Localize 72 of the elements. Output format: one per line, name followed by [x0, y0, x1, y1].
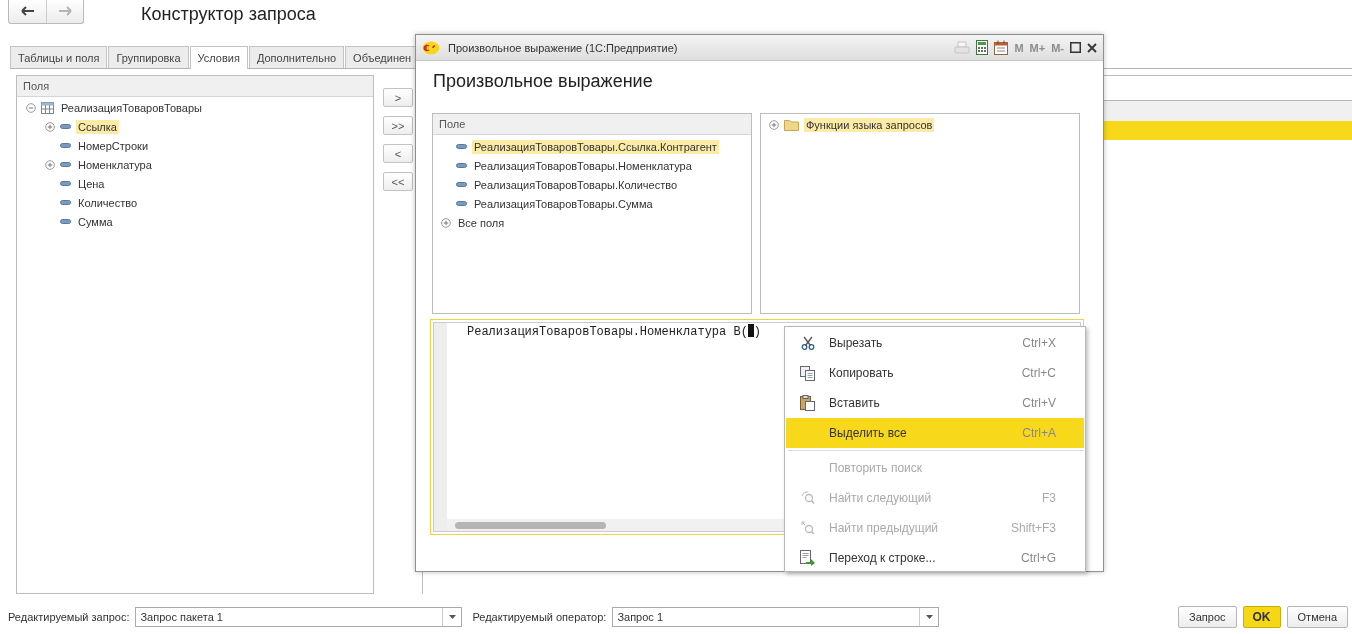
tree-item[interactable]: Функции языка запросов	[804, 117, 935, 132]
field-icon	[60, 162, 71, 167]
tab[interactable]: Таблицы и поля	[10, 46, 108, 68]
close-icon[interactable]	[1087, 42, 1097, 53]
menu-item[interactable]: Выделить все Ctrl+A	[786, 418, 1084, 448]
move-button[interactable]: >	[383, 88, 413, 107]
field-label: Редактируемый оператор:	[472, 611, 607, 623]
tree-item[interactable]: Сумма	[76, 214, 115, 229]
field-icon	[456, 182, 467, 187]
form-title: Конструктор запроса	[141, 3, 316, 25]
tab[interactable]: Дополнительно	[248, 46, 345, 68]
go-to-line-icon	[800, 550, 815, 566]
left-arrow-icon	[20, 5, 35, 16]
tree-item[interactable]: РеализацияТоваровТовары	[59, 100, 204, 115]
maximize-icon[interactable]	[1070, 42, 1081, 53]
field-icon	[60, 219, 71, 224]
move-button[interactable]: <	[383, 144, 413, 163]
field-icon	[60, 143, 71, 148]
ok-button[interactable]: OK	[1242, 606, 1281, 628]
dialog-heading: Произвольное выражение	[432, 70, 654, 93]
collapse-icon[interactable]	[26, 102, 36, 113]
paste-icon	[800, 395, 815, 411]
tab[interactable]: Группировка	[108, 46, 189, 68]
column-header: Поле	[433, 114, 751, 135]
field-icon	[60, 200, 71, 205]
field-icon	[456, 201, 467, 206]
copy-icon	[799, 365, 816, 381]
column-header: Поля	[17, 76, 373, 97]
move-button[interactable]: >>	[383, 116, 413, 135]
expand-icon[interactable]	[45, 159, 55, 170]
tree-item[interactable]: Номенклатура	[76, 157, 154, 172]
app-logo-icon	[422, 40, 440, 55]
folder-icon	[784, 118, 799, 131]
expand-icon[interactable]	[441, 217, 451, 228]
caret-icon	[448, 615, 456, 619]
menu-item[interactable]: Копировать Ctrl+C	[786, 358, 1084, 388]
code-line: РеализацияТоваровТовары.Номенклатура В( )	[467, 325, 762, 339]
right-arrow-icon	[58, 5, 72, 16]
scissors-icon	[800, 336, 815, 350]
field-icon	[60, 124, 71, 129]
field-icon	[456, 163, 467, 168]
tree-item[interactable]: Количество	[76, 195, 140, 210]
operator-dropdown[interactable]: Запрос 1	[612, 607, 940, 627]
tree-item[interactable]: Ссылка	[76, 119, 119, 134]
expand-icon[interactable]	[45, 121, 55, 132]
menu-item[interactable]: Вставить Ctrl+V	[786, 388, 1084, 418]
tree-item[interactable]: НомерСтроки	[76, 138, 151, 153]
tree-item[interactable]: РеализацияТоваровТовары.Количество	[472, 177, 680, 192]
tab[interactable]: Условия	[189, 46, 248, 69]
print-icon[interactable]	[954, 40, 971, 55]
move-button[interactable]: <<	[383, 172, 413, 191]
footer-button[interactable]: Запрос	[1178, 606, 1237, 628]
table-icon	[41, 101, 54, 114]
field-icon	[60, 181, 71, 186]
tree-item[interactable]: Цена	[76, 176, 107, 191]
query-dropdown[interactable]: Запрос пакета 1	[135, 607, 463, 627]
field-label: Редактируемый запрос:	[8, 611, 130, 623]
calendar-icon[interactable]	[994, 40, 1009, 55]
caret-icon	[925, 615, 933, 619]
tree-item[interactable]: Все поля	[456, 215, 507, 230]
field-icon	[456, 144, 467, 149]
calculator-icon[interactable]	[976, 40, 989, 55]
menu-item[interactable]: Переход к строке... Ctrl+G	[786, 543, 1084, 573]
expand-icon[interactable]	[769, 119, 779, 130]
footer-button[interactable]: Отмена	[1286, 606, 1348, 628]
tree-item[interactable]: РеализацияТоваровТовары.Сумма	[472, 196, 655, 211]
tree-item[interactable]: РеализацияТоваровТовары.Номенклатура	[472, 158, 694, 173]
search-previous-icon	[800, 521, 815, 535]
dialog-title: Произвольное выражение (1С:Предприятие)	[448, 41, 679, 54]
menu-item[interactable]: Вырезать Ctrl+X	[786, 328, 1084, 358]
tree-item[interactable]: РеализацияТоваровТовары.Ссылка.Контрагент	[472, 139, 719, 154]
search-next-icon	[800, 491, 815, 505]
